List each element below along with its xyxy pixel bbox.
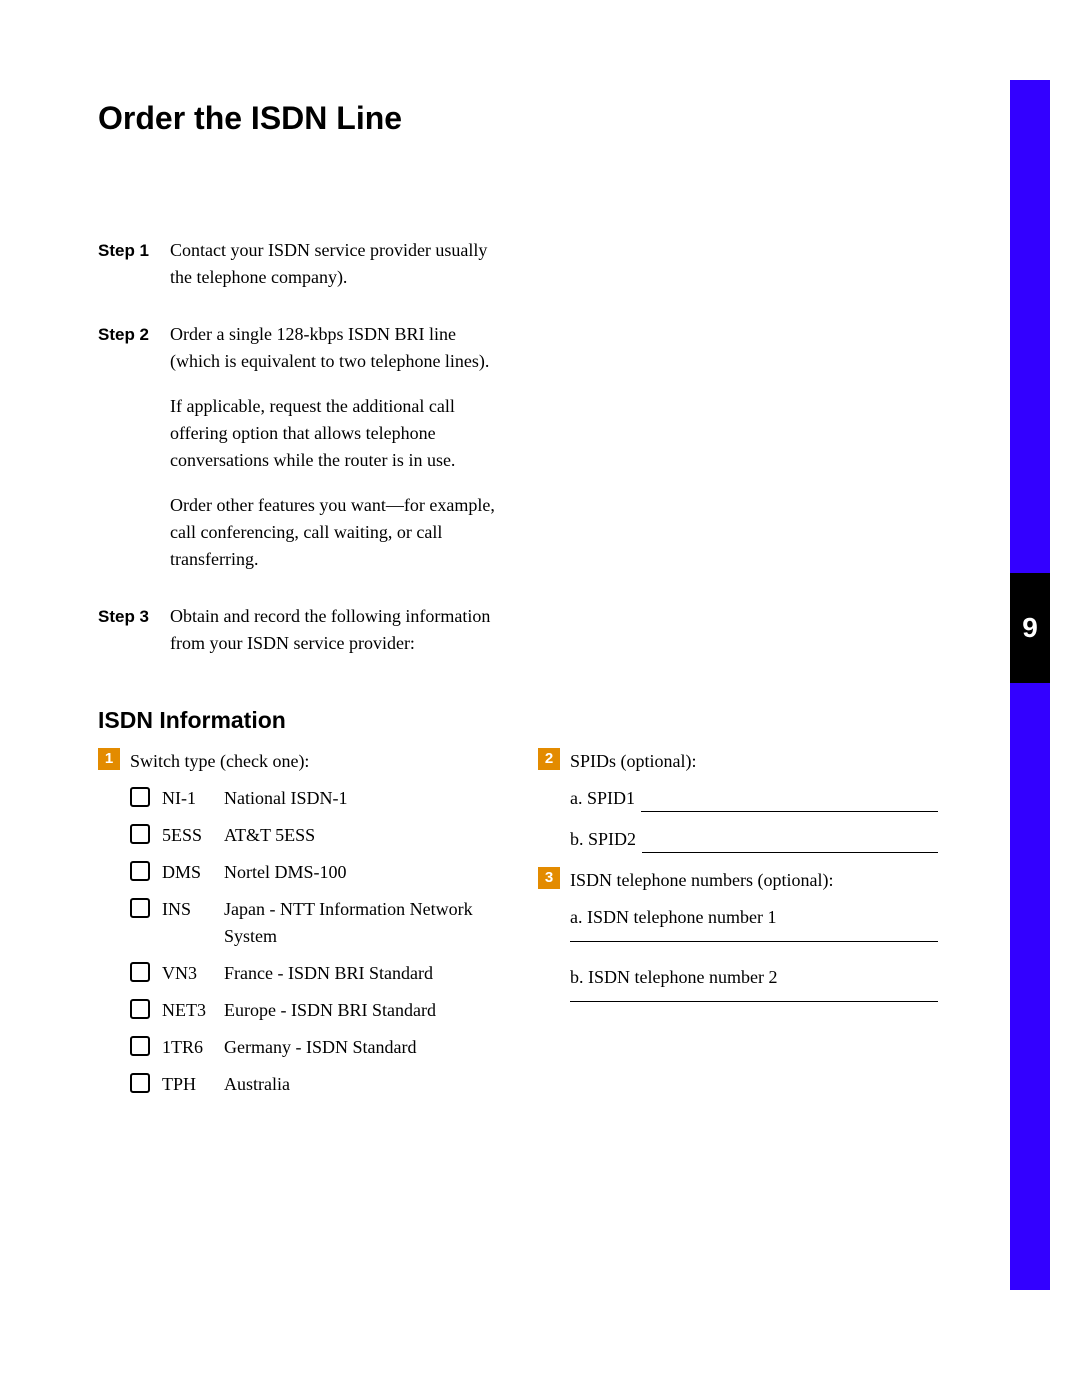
switch-option: NI-1 National ISDN-1 — [130, 785, 498, 812]
checkbox-icon[interactable] — [130, 962, 150, 982]
fill-rule[interactable] — [641, 793, 938, 812]
spid2-line: b. SPID2 — [570, 826, 938, 853]
opt-desc: Europe - ISDN BRI Standard — [224, 997, 498, 1024]
step-text: Contact your ISDN service provider usual… — [170, 237, 508, 291]
opt-code: 1TR6 — [162, 1034, 224, 1061]
step-text: Order a single 128-kbps ISDN BRI line (w… — [170, 321, 508, 375]
opt-desc: National ISDN-1 — [224, 785, 498, 812]
step-row: Step 2 Order a single 128-kbps ISDN BRI … — [98, 321, 508, 591]
badge-3: 3 — [538, 867, 560, 889]
switch-option: DMS Nortel DMS-100 — [130, 859, 498, 886]
switch-option: 1TR6 Germany - ISDN Standard — [130, 1034, 498, 1061]
opt-code: NET3 — [162, 997, 224, 1024]
checkbox-icon[interactable] — [130, 1036, 150, 1056]
spids-tel-block: 2 SPIDs (optional): a. SPID1 b. SPID2 3 … — [538, 748, 938, 1108]
step-label: Step 3 — [98, 603, 170, 675]
fill-rule[interactable] — [570, 939, 938, 942]
isdn-info-columns: 1 Switch type (check one): NI-1 National… — [98, 748, 968, 1108]
step-text: Obtain and record the following informat… — [170, 603, 508, 657]
step-label: Step 2 — [98, 321, 170, 591]
page-content: Order the ISDN Line Step 1 Contact your … — [98, 100, 968, 1108]
page-title: Order the ISDN Line — [98, 100, 968, 137]
section-heading: ISDN Information — [98, 707, 968, 734]
step-body: Order a single 128-kbps ISDN BRI line (w… — [170, 321, 508, 591]
step-body: Obtain and record the following informat… — [170, 603, 508, 675]
switch-option: NET3 Europe - ISDN BRI Standard — [130, 997, 498, 1024]
opt-desc: AT&T 5ESS — [224, 822, 498, 849]
badge-1: 1 — [98, 748, 120, 770]
opt-code: DMS — [162, 859, 224, 886]
opt-desc: Germany - ISDN Standard — [224, 1034, 498, 1061]
step-row: Step 1 Contact your ISDN service provide… — [98, 237, 508, 309]
tel1-label: a. ISDN telephone number 1 — [570, 904, 938, 931]
fill-rule[interactable] — [570, 999, 938, 1002]
switch-option: VN3 France - ISDN BRI Standard — [130, 960, 498, 987]
opt-code: TPH — [162, 1071, 224, 1098]
opt-code: 5ESS — [162, 822, 224, 849]
spid2-label: b. SPID2 — [570, 826, 636, 853]
opt-code: VN3 — [162, 960, 224, 987]
side-tab-blue — [1010, 80, 1050, 1290]
step-label: Step 1 — [98, 237, 170, 309]
page-number-tab: 9 — [1010, 573, 1050, 683]
checkbox-icon[interactable] — [130, 861, 150, 881]
switch-type-block: 1 Switch type (check one): NI-1 National… — [98, 748, 498, 1108]
spids-lead: SPIDs (optional): — [570, 748, 938, 775]
tel-lead: ISDN telephone numbers (optional): — [570, 867, 938, 894]
switch-option: INS Japan - NTT Information Network Syst… — [130, 896, 498, 950]
step-text: Order other features you want—for exampl… — [170, 492, 508, 573]
tel2-label: b. ISDN telephone number 2 — [570, 964, 938, 991]
opt-desc: Australia — [224, 1071, 498, 1098]
checkbox-icon[interactable] — [130, 787, 150, 807]
switch-option: 5ESS AT&T 5ESS — [130, 822, 498, 849]
checkbox-icon[interactable] — [130, 999, 150, 1019]
fill-rule[interactable] — [642, 834, 938, 853]
checkbox-icon[interactable] — [130, 824, 150, 844]
switch-lead: Switch type (check one): — [130, 748, 498, 775]
opt-code: NI-1 — [162, 785, 224, 812]
checkbox-icon[interactable] — [130, 898, 150, 918]
switch-option: TPH Australia — [130, 1071, 498, 1098]
opt-code: INS — [162, 896, 224, 923]
step-text: If applicable, request the additional ca… — [170, 393, 508, 474]
opt-desc: Japan - NTT Information Network System — [224, 896, 498, 950]
badge-2: 2 — [538, 748, 560, 770]
opt-desc: France - ISDN BRI Standard — [224, 960, 498, 987]
checkbox-icon[interactable] — [130, 1073, 150, 1093]
spid1-label: a. SPID1 — [570, 785, 635, 812]
spid1-line: a. SPID1 — [570, 785, 938, 812]
step-body: Contact your ISDN service provider usual… — [170, 237, 508, 309]
steps-list: Step 1 Contact your ISDN service provide… — [98, 237, 508, 675]
opt-desc: Nortel DMS-100 — [224, 859, 498, 886]
step-row: Step 3 Obtain and record the following i… — [98, 603, 508, 675]
